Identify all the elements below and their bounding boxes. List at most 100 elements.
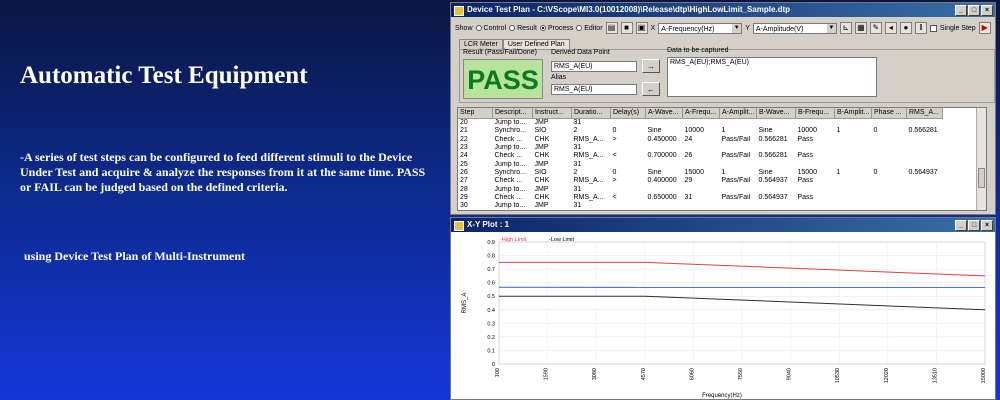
- chart-icon[interactable]: ⊾: [839, 22, 852, 34]
- table-cell: [872, 119, 907, 128]
- column-header[interactable]: Instruct...: [532, 108, 572, 119]
- table-cell: 0.566281: [908, 127, 938, 135]
- table-cell: [835, 202, 872, 210]
- y-tick-label: 0.6: [487, 281, 495, 287]
- table-cell: [872, 136, 907, 144]
- table-cell: Check ...: [494, 152, 523, 160]
- scroll-thumb[interactable]: [978, 168, 985, 188]
- table-cell: RMS_A...: [573, 177, 604, 185]
- derived-data-select[interactable]: RMS_A(EU): [551, 61, 637, 72]
- table-cell: Jump to...: [494, 185, 526, 193]
- column-header[interactable]: Delay(s): [610, 108, 646, 119]
- table-row[interactable]: 25 Jump to... JMP 31: [458, 160, 943, 168]
- column-header[interactable]: A-Wave...: [645, 108, 683, 119]
- radio-label: Result: [517, 24, 537, 32]
- plot-titlebar[interactable]: X-Y Plot : 1 _ □ ×: [451, 218, 995, 232]
- table-cell: [611, 119, 646, 128]
- open-folder-icon[interactable]: ▤: [605, 22, 618, 34]
- table-row[interactable]: 24 Check ... CHK RMS_A... <0.700000 26 Pass/Fa…: [458, 152, 943, 160]
- table-cell: [683, 202, 720, 210]
- table-cell: 2: [573, 127, 578, 135]
- tab-lcr-meter[interactable]: LCR Meter: [459, 39, 503, 49]
- speaker-icon[interactable]: ◂: [884, 22, 897, 34]
- table-row[interactable]: 20 Jump to... JMP 31: [458, 119, 943, 128]
- column-header[interactable]: Duratio...: [571, 108, 611, 119]
- table-cell: 10000: [684, 127, 704, 135]
- table-row[interactable]: 22 Check ... CHK RMS_A... >0.450000 24 Pass/Fa…: [458, 136, 943, 144]
- table-row[interactable]: 31EndEND: [458, 210, 943, 211]
- single-step-checkbox[interactable]: [929, 24, 937, 32]
- plot-maximize-button[interactable]: □: [968, 220, 980, 231]
- table-row[interactable]: 30 Jump to... JMP 31: [458, 202, 943, 210]
- column-header[interactable]: Step: [458, 108, 493, 119]
- table-cell: [835, 160, 872, 168]
- y-tick-label: 0.2: [487, 335, 495, 341]
- table-cell: Pass/Fail: [721, 152, 751, 160]
- x-axis-select[interactable]: A-Frequency(Hz) ▼: [658, 22, 743, 34]
- column-header[interactable]: B-Frequ...: [795, 108, 835, 119]
- table-cell: 31: [573, 119, 582, 127]
- mode-control-radio[interactable]: Control: [475, 25, 506, 32]
- save-icon[interactable]: ■: [620, 22, 633, 34]
- x-axis-title: Frequency(Hz): [702, 393, 742, 399]
- window-titlebar[interactable]: Device Test Plan - C:\VScope\MI3.0(10012…: [451, 3, 995, 17]
- table-cell: [835, 185, 872, 193]
- run-icon[interactable]: ▶: [978, 22, 991, 34]
- table-cell: JMP: [534, 202, 549, 210]
- table-scrollbar[interactable]: [976, 108, 986, 210]
- table-icon[interactable]: ▦: [854, 22, 867, 34]
- mode-result-radio[interactable]: Result: [509, 25, 537, 32]
- y-tick-label: 0.7: [487, 267, 495, 273]
- table-cell: [872, 210, 907, 211]
- alias-input[interactable]: RMS_A(EU): [551, 84, 637, 95]
- table-row[interactable]: 26 Synchro... SIO 2 0 Sine 15000 1 Sine 15000 1 0 0.…: [458, 169, 943, 177]
- table-row[interactable]: 23 Jump to... JMP 31: [458, 144, 943, 152]
- y-axis-select[interactable]: A-Amplitude(V) ▼: [752, 22, 837, 34]
- captured-data-list[interactable]: RMS_A(EU);RMS_A(EU): [667, 57, 877, 97]
- table-cell: 0: [612, 168, 617, 176]
- y-tick-label: 0.8: [487, 254, 495, 260]
- column-header[interactable]: Descript...: [492, 108, 533, 119]
- pause-icon[interactable]: ‖: [914, 22, 927, 34]
- save-as-icon[interactable]: ▣: [635, 22, 648, 34]
- table-cell: 15000: [684, 168, 704, 176]
- table-cell: 31: [573, 185, 582, 193]
- table-row[interactable]: 21 Synchro... SIO 2 0 Sine 10000 1 Sine 10000 1 0 0.…: [458, 127, 943, 135]
- table-cell: 2: [573, 168, 578, 176]
- y-tick-label: 0: [492, 362, 495, 368]
- column-header[interactable]: RMS_A...: [906, 108, 943, 119]
- table-cell: [720, 160, 757, 168]
- record-icon[interactable]: ●: [899, 22, 912, 34]
- x-axis-label: X: [650, 24, 656, 32]
- table-row[interactable]: 28 Jump to... JMP 31: [458, 185, 943, 193]
- table-row[interactable]: 29 Check ... CHK RMS_A... <0.650000 31 Pass/Fa…: [458, 194, 943, 202]
- plot-close-button[interactable]: ×: [981, 220, 993, 231]
- add-data-button[interactable]: →: [642, 59, 660, 73]
- table-row[interactable]: 27 Check ... CHK RMS_A... >0.400000 29 Pass/Fa…: [458, 177, 943, 185]
- tab-user-defined-plan[interactable]: User Defined Plan: [502, 39, 570, 49]
- mode-editor-radio[interactable]: Editor: [576, 25, 603, 32]
- plot-minimize-button[interactable]: _: [955, 220, 967, 231]
- column-header[interactable]: A-Frequ...: [682, 108, 720, 119]
- column-header[interactable]: A-Amplit...: [719, 108, 757, 119]
- legend-high-limit: -High Limit: [500, 237, 527, 243]
- minimize-button[interactable]: _: [955, 5, 967, 16]
- remove-data-button[interactable]: ←: [642, 82, 660, 96]
- tools-icon[interactable]: ✎: [869, 22, 882, 34]
- column-header[interactable]: B-Amplit...: [834, 108, 872, 119]
- table-cell: [757, 160, 796, 168]
- table-cell: [646, 144, 683, 152]
- x-tick-label: 12020: [884, 368, 890, 383]
- maximize-button[interactable]: □: [968, 5, 980, 16]
- column-header[interactable]: B-Wave...: [756, 108, 796, 119]
- table-cell: 31: [684, 193, 693, 201]
- table-cell: 24: [460, 152, 468, 160]
- mode-process-radio[interactable]: Process: [539, 25, 573, 32]
- table-cell: Sine: [758, 168, 773, 176]
- steps-table[interactable]: Step Descript... Instruct... Duratio... Dela…: [457, 107, 987, 211]
- column-header[interactable]: Phase ...: [871, 108, 907, 119]
- chevron-down-icon: ▼: [826, 23, 836, 33]
- table-cell: Synchro...: [494, 168, 527, 176]
- table-cell: [907, 160, 943, 168]
- close-button[interactable]: ×: [981, 5, 993, 16]
